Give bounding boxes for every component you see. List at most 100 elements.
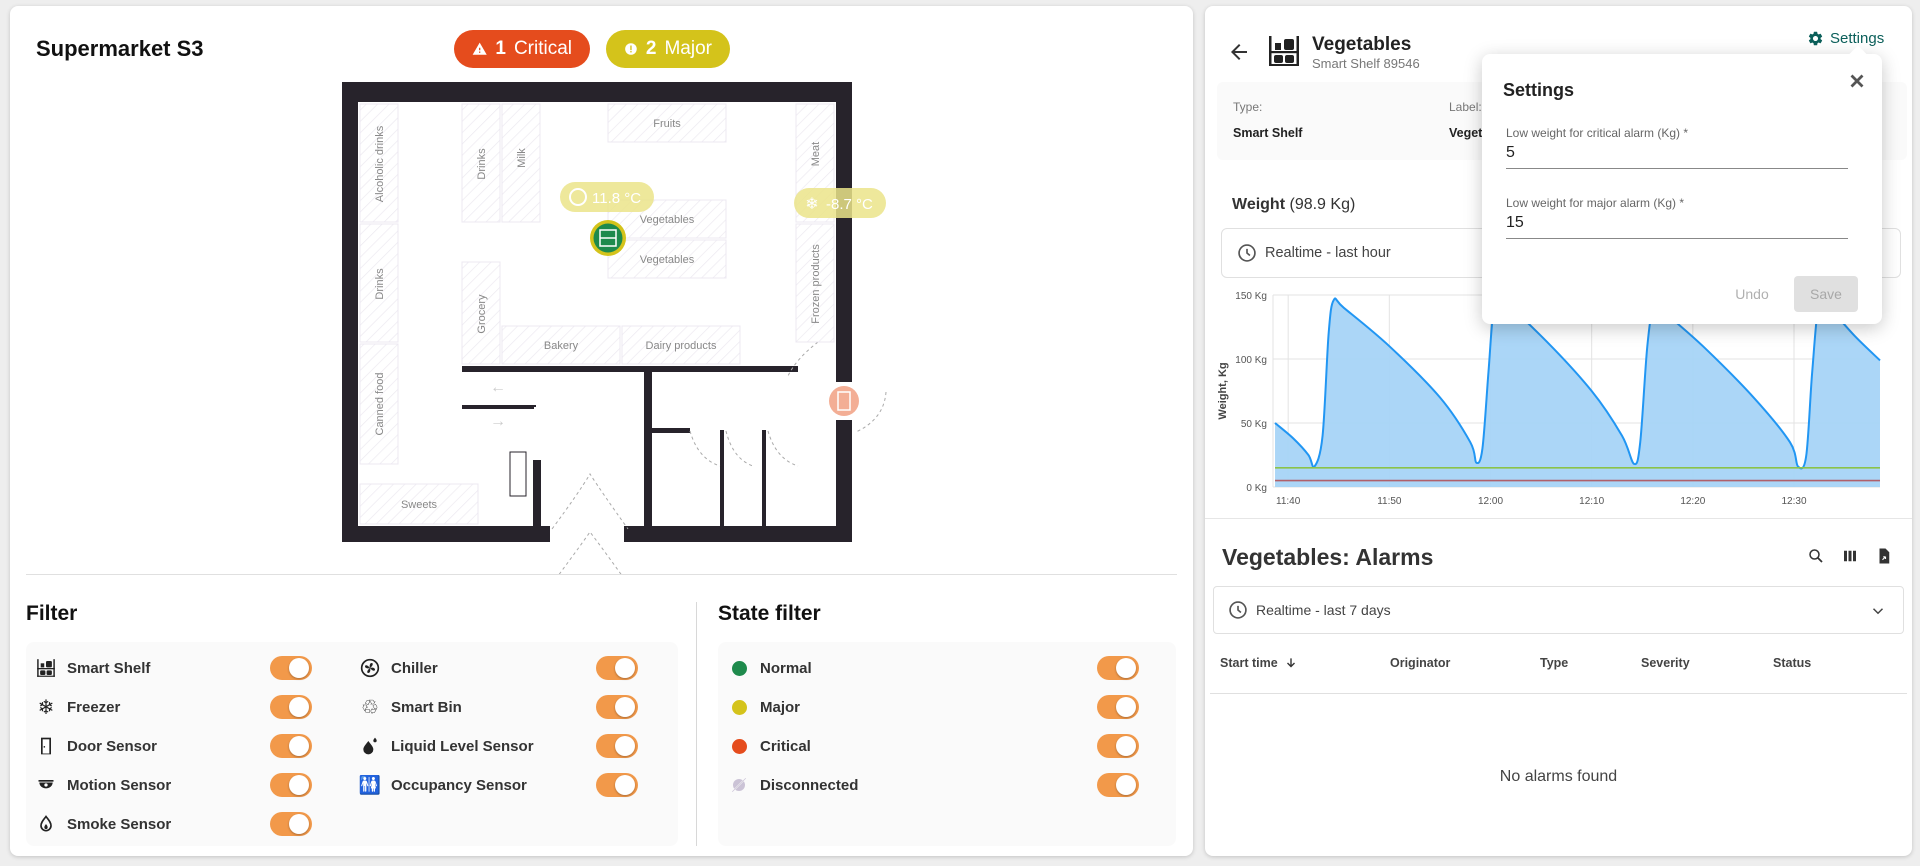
filter-row: Liquid Level Sensor xyxy=(359,731,534,761)
divider xyxy=(26,574,1177,575)
freezer-marker[interactable]: ❄ -8.7 °C xyxy=(794,188,886,218)
state-dot-icon xyxy=(728,696,750,718)
state-label: Normal xyxy=(760,659,812,677)
major-weight-label: Low weight for major alarm (Kg) * xyxy=(1506,196,1685,210)
type-key: Type: xyxy=(1233,100,1263,114)
filter-row: Smart Shelf xyxy=(35,653,150,683)
y-tick-label: 50 Kg xyxy=(1241,419,1267,430)
x-tick-label: 12:20 xyxy=(1680,496,1705,507)
column-severity[interactable]: Severity xyxy=(1641,656,1690,670)
divider xyxy=(1205,518,1912,519)
zone-label: Drinks xyxy=(476,148,488,180)
major-label: Major xyxy=(664,38,712,59)
zone-label: Dairy products xyxy=(646,340,717,352)
filter-toggle[interactable] xyxy=(270,734,312,758)
arrow-down-icon xyxy=(1286,658,1295,668)
chevron-down-icon[interactable] xyxy=(1869,602,1887,620)
weight-value: (98.9 Kg) xyxy=(1289,196,1356,213)
filter-toggle[interactable] xyxy=(270,695,312,719)
state-label: Disconnected xyxy=(760,776,859,794)
settings-button[interactable]: Settings xyxy=(1807,30,1884,47)
filter-toggle[interactable] xyxy=(270,773,312,797)
snowflake-icon: ❄ xyxy=(37,696,55,719)
door-icon xyxy=(35,735,57,757)
state-toggle[interactable] xyxy=(1097,734,1139,758)
state-toggle[interactable] xyxy=(1097,773,1139,797)
fan-icon xyxy=(359,657,381,679)
major-count: 2 xyxy=(645,38,657,59)
freezer-temp: -8.7 °C xyxy=(826,196,873,213)
back-arrow-icon[interactable] xyxy=(1227,40,1251,64)
close-icon[interactable] xyxy=(1846,70,1868,92)
major-weight-input[interactable] xyxy=(1506,210,1848,239)
zone-label: Drinks xyxy=(374,268,386,300)
filter-label: Door Sensor xyxy=(67,737,158,755)
column-type[interactable]: Type xyxy=(1540,656,1568,670)
major-badge[interactable]: 2 Major xyxy=(606,30,730,68)
filter-toggle[interactable] xyxy=(596,695,638,719)
zone-label: Meat xyxy=(810,142,822,166)
filter-row: Smoke Sensor xyxy=(35,809,171,839)
column-start-time[interactable]: Start time xyxy=(1220,656,1298,670)
state-row: Disconnected xyxy=(728,770,858,800)
state-dot-icon xyxy=(728,735,750,757)
weight-title: Weight (98.9 Kg) xyxy=(1232,196,1355,214)
chiller-marker[interactable]: 11.8 °C xyxy=(560,182,654,212)
floor-plan: ← → Alcoholic drinks Drinks Canned food … xyxy=(342,82,887,574)
column-originator[interactable]: Originator xyxy=(1390,656,1450,670)
warning-icon xyxy=(472,42,487,55)
state-toggle[interactable] xyxy=(1097,656,1139,680)
alarms-timewindow[interactable]: Realtime - last 7 days xyxy=(1213,586,1904,634)
y-tick-label: 150 Kg xyxy=(1235,291,1267,302)
filter-row: 🚻 Occupancy Sensor xyxy=(359,770,527,800)
svg-text:→: → xyxy=(490,413,506,430)
alarms-timewindow-label: Realtime - last 7 days xyxy=(1256,602,1391,618)
alarm-badges: 1 Critical 2 Major xyxy=(454,30,730,68)
state-dot-icon xyxy=(728,774,750,796)
columns-icon[interactable] xyxy=(1840,546,1860,566)
smart-shelf-marker[interactable] xyxy=(590,220,626,256)
state-filter-title: State filter xyxy=(718,602,821,625)
clock-icon xyxy=(1238,244,1256,262)
divider xyxy=(696,602,697,846)
filter-toggle[interactable] xyxy=(596,734,638,758)
critical-weight-label: Low weight for critical alarm (Kg) * xyxy=(1506,126,1689,140)
label-key: Label: xyxy=(1449,100,1482,114)
state-label: Critical xyxy=(760,737,811,755)
save-button[interactable]: Save xyxy=(1794,276,1858,312)
filter-toggle[interactable] xyxy=(596,656,638,680)
major-weight-field: Low weight for major alarm (Kg) * xyxy=(1506,196,1848,239)
filter-toggle[interactable] xyxy=(596,773,638,797)
entity-subtitle: Smart Shelf 89546 xyxy=(1312,56,1420,71)
smart-shelf-icon xyxy=(1269,36,1299,66)
filter-toggle[interactable] xyxy=(270,812,312,836)
filter-toggle[interactable] xyxy=(270,656,312,680)
filter-label: Chiller xyxy=(391,659,438,677)
filter-title: Filter xyxy=(26,602,78,625)
search-icon[interactable] xyxy=(1806,546,1826,566)
door-sensor-marker[interactable] xyxy=(829,386,859,416)
critical-badge[interactable]: 1 Critical xyxy=(454,30,590,68)
filter-label: Occupancy Sensor xyxy=(391,776,527,794)
undo-button[interactable]: Undo xyxy=(1712,276,1792,312)
critical-weight-input[interactable] xyxy=(1506,140,1848,169)
filter-label: Motion Sensor xyxy=(67,776,172,794)
column-status[interactable]: Status xyxy=(1773,656,1811,670)
page-title: Supermarket S3 xyxy=(36,36,204,61)
entity-name: Vegetables xyxy=(1312,34,1412,55)
state-toggle[interactable] xyxy=(1097,695,1139,719)
zone-label: Frozen products xyxy=(810,244,822,324)
floorplan-card: Supermarket S3 1 Critical 2 Major ← → Al… xyxy=(10,6,1193,856)
smoke-icon xyxy=(35,813,57,835)
zone-label: Grocery xyxy=(476,294,488,334)
gear-icon xyxy=(1808,31,1823,46)
export-icon[interactable] xyxy=(1874,546,1894,566)
recycle-icon: ♲ xyxy=(361,696,379,719)
popup-title: Settings xyxy=(1503,80,1575,100)
state-dot-icon xyxy=(728,657,750,679)
filter-label: Liquid Level Sensor xyxy=(391,737,534,755)
filter-row: Motion Sensor xyxy=(35,770,171,800)
critical-weight-field: Low weight for critical alarm (Kg) * xyxy=(1506,126,1848,169)
x-tick-label: 12:00 xyxy=(1478,496,1503,507)
y-tick-label: 0 Kg xyxy=(1246,483,1267,494)
